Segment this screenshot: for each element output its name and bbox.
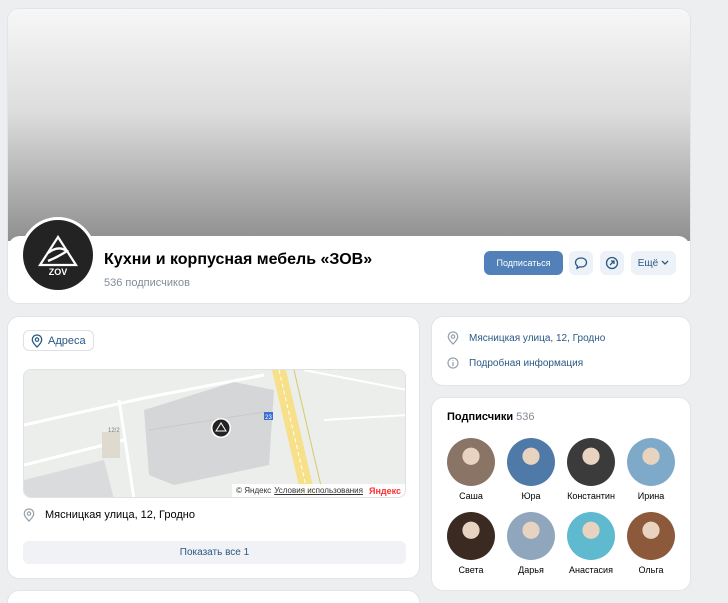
subscriber-avatar (507, 512, 555, 560)
subscriber-avatar (447, 512, 495, 560)
yandex-logo[interactable]: Яндекс (369, 486, 401, 496)
more-button[interactable]: Ещё (631, 251, 676, 275)
subscriber-name: Константин (567, 491, 615, 501)
location-pin-icon (447, 331, 459, 345)
info-card: Мясницкая улица, 12, Гродно Подробная ин… (431, 316, 691, 386)
subscriber-name: Ольга (638, 565, 664, 575)
subscriber-item[interactable]: Ольга (621, 512, 681, 575)
message-icon (574, 257, 588, 270)
group-header: ZOV Кухни и корпусная мебель «ЗОВ» 536 п… (7, 8, 691, 304)
info-details-link: Подробная информация (469, 357, 584, 369)
subscriber-item[interactable]: Дарья (501, 512, 561, 575)
subscriber-avatar (507, 438, 555, 486)
map-canvas: 23 12/2 (24, 370, 405, 497)
info-address-text: Мясницкая улица, 12, Гродно (469, 332, 606, 344)
subscriber-name: Саша (459, 491, 483, 501)
subscriber-avatar (567, 512, 615, 560)
subscribe-button[interactable]: Подписаться (484, 251, 563, 275)
road-marker: 23 (265, 415, 272, 421)
cover-image (8, 9, 690, 241)
group-avatar[interactable]: ZOV (20, 217, 96, 293)
next-card (7, 590, 420, 603)
subscriber-avatar (447, 438, 495, 486)
subscriber-name: Ирина (637, 491, 665, 501)
group-subscribers-count[interactable]: 536 подписчиков (104, 277, 190, 289)
subscriber-avatar (567, 438, 615, 486)
message-button[interactable] (569, 251, 593, 275)
more-label: Ещё (637, 257, 659, 269)
addresses-tab[interactable]: Адреса (23, 330, 94, 351)
subscriber-item[interactable]: Света (441, 512, 501, 575)
group-title: Кухни и корпусная мебель «ЗОВ» (104, 251, 373, 268)
addresses-tab-label: Адреса (48, 334, 86, 347)
show-all-button[interactable]: Показать все 1 (23, 541, 406, 564)
map-copyright: © Яндекс Условия использования Яндекс (232, 484, 405, 497)
subscribers-card: Подписчики 536 Саша Юра Константин Ирина Свет… (431, 397, 691, 591)
address-item[interactable]: Мясницкая улица, 12, Гродно (23, 506, 195, 524)
chevron-down-icon (661, 260, 669, 265)
house-number: 12/2 (108, 428, 120, 434)
address-text: Мясницкая улица, 12, Гродно (45, 509, 195, 521)
zov-logo: ZOV (23, 220, 93, 290)
info-details[interactable]: Подробная информация (447, 355, 583, 371)
zov-logo-icon: ZOV (37, 234, 79, 277)
addresses-card: Адреса 23 12/2 © Яндекс Условия использо… (7, 316, 420, 579)
map-marker[interactable] (211, 418, 231, 438)
subscriber-item[interactable]: Константин (561, 438, 621, 501)
location-pin-icon (23, 508, 35, 522)
location-pin-icon (31, 333, 43, 348)
subscriber-item[interactable]: Саша (441, 438, 501, 501)
subscriber-item[interactable]: Юра (501, 438, 561, 501)
subscriber-item[interactable]: Ирина (621, 438, 681, 501)
subscribers-title-text: Подписчики (447, 411, 514, 423)
share-icon (605, 256, 619, 270)
map[interactable]: 23 12/2 © Яндекс Условия использования Я… (23, 369, 406, 498)
share-button[interactable] (600, 251, 624, 275)
info-icon (447, 357, 459, 369)
subscriber-avatar (627, 438, 675, 486)
map-copyright-text: © Яндекс (236, 486, 272, 495)
subscriber-name: Дарья (518, 565, 544, 575)
subscriber-item[interactable]: Анастасия (561, 512, 621, 575)
subscriber-name: Света (458, 565, 484, 575)
subscriber-name: Анастасия (569, 565, 613, 575)
subscriber-name: Юра (521, 491, 541, 501)
subscriber-avatar (627, 512, 675, 560)
logo-text: ZOV (49, 267, 68, 277)
subscribers-count: 536 (516, 411, 535, 423)
info-address[interactable]: Мясницкая улица, 12, Гродно (447, 330, 605, 346)
subscribers-title[interactable]: Подписчики 536 (447, 411, 534, 423)
map-terms-link[interactable]: Условия использования (274, 486, 363, 495)
